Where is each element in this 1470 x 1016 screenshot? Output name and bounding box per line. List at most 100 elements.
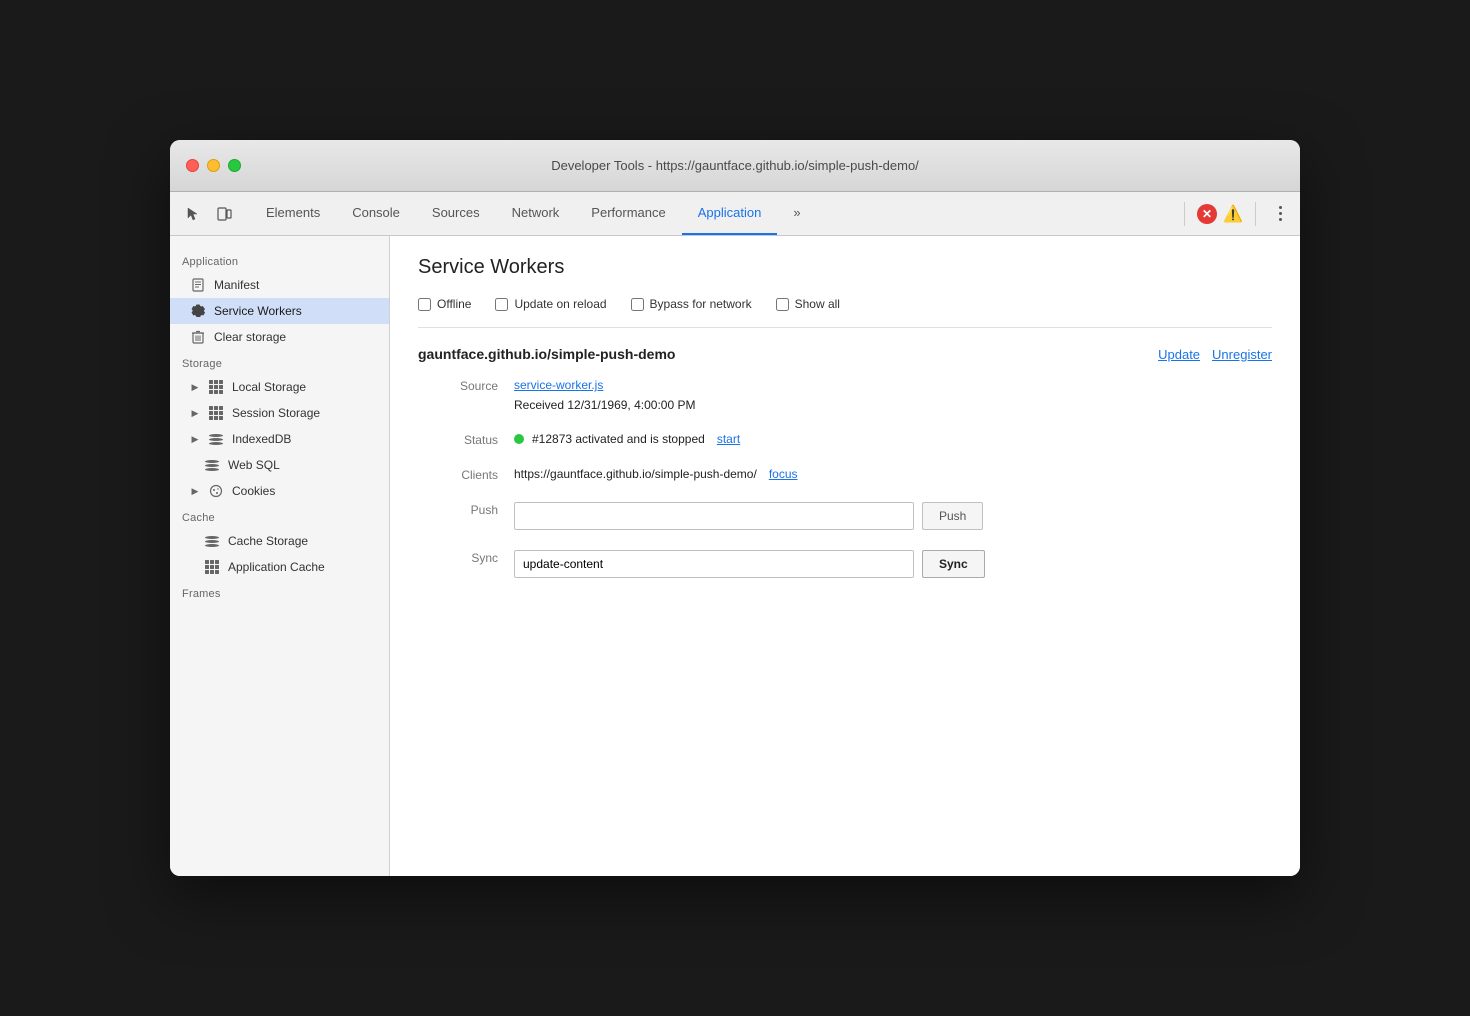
status-label: Status (418, 432, 498, 447)
arrow-right-icon: ▶ (190, 434, 200, 444)
tab-more[interactable]: » (777, 192, 816, 235)
sync-input[interactable] (514, 550, 914, 578)
update-on-reload-checkbox-label[interactable]: Update on reload (495, 297, 606, 311)
sidebar-item-label: Service Workers (214, 304, 302, 318)
toolbar-icons (178, 200, 238, 228)
nav-tabs: Elements Console Sources Network Perform… (250, 192, 1178, 235)
show-all-checkbox-label[interactable]: Show all (776, 297, 840, 311)
cursor-icon-button[interactable] (178, 200, 206, 228)
status-text: #12873 activated and is stopped (532, 432, 705, 446)
grid-icon (204, 559, 220, 575)
sidebar-section-frames: Frames (170, 580, 389, 604)
sidebar-item-label: Cache Storage (228, 534, 308, 548)
status-value: #12873 activated and is stopped start (514, 432, 1272, 446)
sw-origin: gauntface.github.io/simple-push-demo (418, 346, 675, 362)
sidebar-item-label: Manifest (214, 278, 259, 292)
source-value: service-worker.js Received 12/31/1969, 4… (514, 378, 1272, 412)
sidebar-item-label: Cookies (232, 484, 275, 498)
show-all-checkbox[interactable] (776, 298, 789, 311)
toolbar-right: ✕ ⚠️ (1178, 202, 1292, 226)
page-title: Service Workers (418, 256, 1272, 279)
sidebar: Application Manifest (170, 236, 390, 876)
sidebar-item-label: Session Storage (232, 406, 320, 420)
service-worker-card: gauntface.github.io/simple-push-demo Upd… (418, 346, 1272, 578)
database-icon (208, 431, 224, 447)
unregister-button[interactable]: Unregister (1212, 347, 1272, 362)
sidebar-item-label: Clear storage (214, 330, 286, 344)
offline-label: Offline (437, 297, 471, 311)
push-button[interactable]: Push (922, 502, 983, 530)
error-icon[interactable]: ✕ (1197, 204, 1217, 224)
sidebar-item-local-storage[interactable]: ▶ Local Storage (170, 374, 389, 400)
sync-button[interactable]: Sync (922, 550, 985, 578)
options-row: Offline Update on reload Bypass for netw… (418, 297, 1272, 328)
device-icon (216, 206, 232, 222)
tab-network[interactable]: Network (496, 192, 576, 235)
sidebar-item-application-cache[interactable]: Application Cache (170, 554, 389, 580)
source-link[interactable]: service-worker.js (514, 378, 603, 392)
more-menu-button[interactable] (1268, 202, 1292, 226)
maximize-button[interactable] (228, 159, 241, 172)
close-button[interactable] (186, 159, 199, 172)
focus-link[interactable]: focus (769, 467, 798, 481)
sidebar-item-label: Local Storage (232, 380, 306, 394)
show-all-label: Show all (795, 297, 840, 311)
tab-sources[interactable]: Sources (416, 192, 496, 235)
sidebar-item-session-storage[interactable]: ▶ Session Storage (170, 400, 389, 426)
update-on-reload-checkbox[interactable] (495, 298, 508, 311)
sidebar-item-service-workers[interactable]: Service Workers (170, 298, 389, 324)
clients-label: Clients (418, 467, 498, 482)
start-link[interactable]: start (717, 432, 740, 446)
sidebar-item-label: IndexedDB (232, 432, 291, 446)
status-row: Status #12873 activated and is stopped s… (418, 432, 1272, 447)
separator (1184, 202, 1185, 226)
window-title: Developer Tools - https://gauntface.gith… (551, 158, 919, 173)
sidebar-item-indexeddb[interactable]: ▶ IndexedDB (170, 426, 389, 452)
push-row: Push Push (418, 502, 1272, 530)
minimize-button[interactable] (207, 159, 220, 172)
main-area: Application Manifest (170, 236, 1300, 876)
bypass-network-checkbox[interactable] (631, 298, 644, 311)
status-dot-icon (514, 434, 524, 444)
warning-icon[interactable]: ⚠️ (1223, 204, 1243, 224)
sidebar-item-cookies[interactable]: ▶ Cookies (170, 478, 389, 504)
sidebar-item-cache-storage[interactable]: Cache Storage (170, 528, 389, 554)
sidebar-item-websql[interactable]: Web SQL (170, 452, 389, 478)
offline-checkbox[interactable] (418, 298, 431, 311)
file-icon (190, 277, 206, 293)
grid-icon (208, 405, 224, 421)
offline-checkbox-label[interactable]: Offline (418, 297, 471, 311)
cookie-icon (208, 483, 224, 499)
database-icon (204, 457, 220, 473)
clients-value: https://gauntface.github.io/simple-push-… (514, 467, 1272, 481)
titlebar: Developer Tools - https://gauntface.gith… (170, 140, 1300, 192)
clients-row: Clients https://gauntface.github.io/simp… (418, 467, 1272, 482)
source-label: Source (418, 378, 498, 393)
sw-header: gauntface.github.io/simple-push-demo Upd… (418, 346, 1272, 362)
grid-icon (208, 379, 224, 395)
sidebar-section-application: Application (170, 248, 389, 272)
sidebar-item-clear-storage[interactable]: Clear storage (170, 324, 389, 350)
device-icon-button[interactable] (210, 200, 238, 228)
sidebar-item-manifest[interactable]: Manifest (170, 272, 389, 298)
tab-elements[interactable]: Elements (250, 192, 336, 235)
sync-input-row: Sync (514, 550, 1272, 578)
push-input[interactable] (514, 502, 914, 530)
tab-console[interactable]: Console (336, 192, 416, 235)
content-inner: Service Workers Offline Update on reload… (390, 236, 1300, 618)
push-label: Push (418, 502, 498, 517)
source-row: Source service-worker.js Received 12/31/… (418, 378, 1272, 412)
toolbar: Elements Console Sources Network Perform… (170, 192, 1300, 236)
bypass-network-checkbox-label[interactable]: Bypass for network (631, 297, 752, 311)
cursor-icon (184, 206, 200, 222)
tab-performance[interactable]: Performance (575, 192, 681, 235)
tab-application[interactable]: Application (682, 192, 778, 235)
clients-url: https://gauntface.github.io/simple-push-… (514, 467, 757, 481)
received-text: Received 12/31/1969, 4:00:00 PM (514, 398, 1272, 412)
sidebar-item-label: Application Cache (228, 560, 325, 574)
more-dots-icon (1279, 206, 1282, 221)
sync-label: Sync (418, 550, 498, 565)
update-button[interactable]: Update (1158, 347, 1200, 362)
database-icon (204, 533, 220, 549)
devtools-window: Developer Tools - https://gauntface.gith… (170, 140, 1300, 876)
